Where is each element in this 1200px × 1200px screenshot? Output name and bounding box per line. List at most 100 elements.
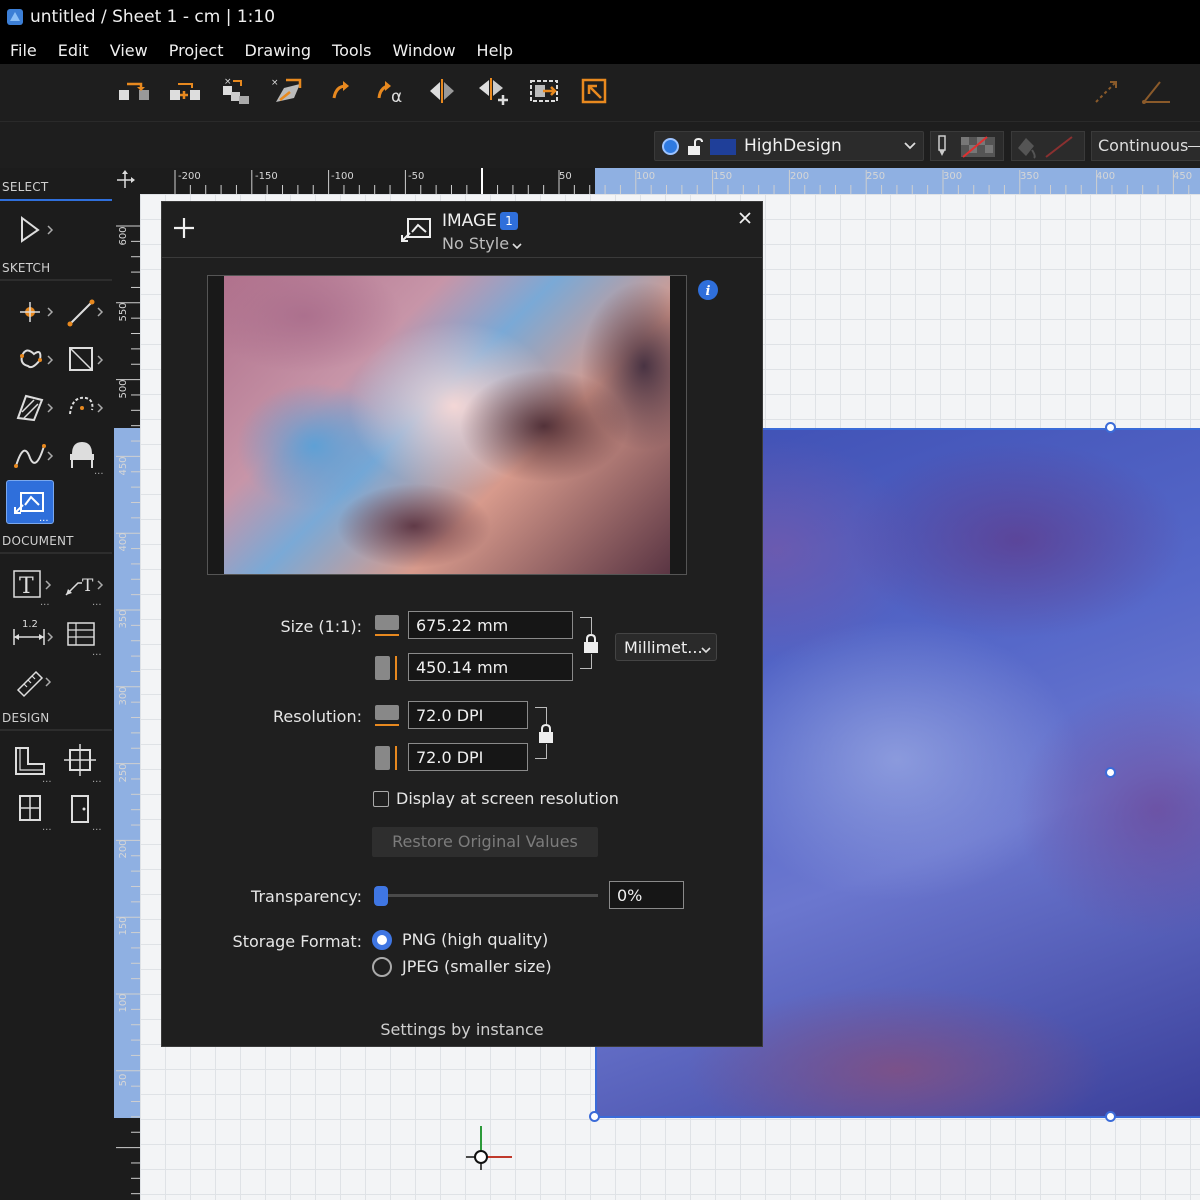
measure-tool[interactable] [10, 660, 58, 704]
tool-panel: SELECT SKETCH ... ... DOCUMENT T... T...… [0, 168, 114, 1200]
arc-tool[interactable] [62, 386, 110, 430]
rectangle-tool[interactable] [62, 338, 110, 382]
menu-file[interactable]: File [10, 41, 37, 60]
transparency-label: Transparency: [251, 887, 362, 906]
line-angle-icon[interactable] [1090, 76, 1124, 106]
section-document: DOCUMENT [2, 534, 74, 548]
svg-text:...: ... [92, 774, 102, 784]
style-selector[interactable]: No Style [442, 234, 509, 253]
resize-handle[interactable] [589, 1111, 600, 1122]
ruler-label: 600 [118, 226, 129, 245]
unit-select[interactable]: Millimet... [615, 633, 717, 661]
screen-resolution-label: Display at screen resolution [396, 789, 619, 808]
dimension-value: 1.2 [22, 619, 38, 630]
callout-tool[interactable]: T... [60, 563, 108, 607]
pen-color-selector[interactable] [930, 131, 1004, 161]
rotate-icon[interactable] [326, 76, 360, 106]
multi-copy-icon[interactable]: × [219, 76, 253, 106]
angle-measure-icon[interactable] [1140, 76, 1174, 106]
add-icon[interactable] [172, 216, 196, 240]
resize-frame-icon[interactable] [527, 76, 561, 106]
symbol-tool[interactable]: ... [62, 434, 110, 478]
settings-mode-text[interactable]: Settings by instance [162, 1020, 762, 1039]
menu-project[interactable]: Project [169, 41, 224, 60]
info-icon[interactable]: i [697, 279, 719, 301]
menu-window[interactable]: Window [392, 41, 455, 60]
lock-icon[interactable] [583, 633, 599, 654]
transparency-slider-track[interactable] [374, 894, 598, 897]
menu-view[interactable]: View [110, 41, 148, 60]
hatch-tool[interactable] [12, 386, 60, 430]
line-style-select[interactable]: Continuous [1091, 131, 1200, 161]
origin-marker [466, 1126, 514, 1174]
horizontal-ruler[interactable]: -200 -150 -100 -50 50 100 150 200 250 300 350 400 45… [140, 168, 1200, 194]
mirror-copy-icon[interactable] [476, 76, 510, 106]
wall-tool[interactable]: ... [10, 740, 58, 784]
resize-handle[interactable] [1105, 767, 1116, 778]
divider [0, 552, 112, 554]
vertical-dpi-field[interactable]: 72.0 DPI [408, 743, 528, 771]
jpeg-radio[interactable] [372, 957, 392, 977]
ruler-label: 200 [790, 171, 809, 182]
line-style-preview [1188, 146, 1200, 147]
window-title: untitled / Sheet 1 - cm | 1:10 [30, 7, 276, 27]
ruler-label: 350 [118, 609, 129, 628]
mirror-icon[interactable] [425, 76, 459, 106]
screen-resolution-checkbox[interactable] [373, 791, 389, 807]
menu-tools[interactable]: Tools [332, 41, 371, 60]
door-tool[interactable]: ... [60, 788, 108, 832]
fill-color-selector[interactable] [1011, 131, 1085, 161]
chevron-down-icon [903, 138, 917, 152]
menu-edit[interactable]: Edit [58, 41, 89, 60]
ruler-label: 450 [1173, 171, 1192, 182]
window-tool[interactable]: ... [10, 788, 58, 832]
transparency-field[interactable]: 0% [609, 881, 684, 909]
restore-original-button[interactable]: Restore Original Values [372, 827, 598, 857]
point-tool[interactable] [12, 290, 60, 334]
app-icon [6, 8, 24, 26]
horizontal-ruler-graphic: -200 -150 -100 -50 50 100 150 200 250 300 350 400 45… [174, 168, 1200, 194]
layer-visible-icon[interactable] [662, 138, 679, 155]
bezier-tool[interactable] [12, 434, 60, 478]
vertical-ruler[interactable]: 600 550 500 450 400 350 300 250 200 150 100 50 [114, 194, 140, 1200]
svg-text:i: i [706, 284, 711, 299]
line-tool[interactable] [62, 290, 110, 334]
move-icon[interactable] [117, 76, 151, 106]
menu-help[interactable]: Help [477, 41, 513, 60]
column-tool[interactable]: ... [60, 740, 108, 784]
height-field[interactable]: 450.14 mm [408, 653, 573, 681]
ruler-label: 350 [1020, 171, 1039, 182]
text-tool[interactable]: T... [10, 563, 58, 607]
unlock-icon[interactable] [685, 137, 705, 157]
lock-icon[interactable] [538, 723, 554, 744]
image-tool[interactable]: ... [6, 480, 54, 524]
chevron-down-icon [700, 642, 712, 654]
chevron-down-icon[interactable] [511, 238, 523, 250]
distort-icon[interactable]: × [270, 76, 304, 106]
rotate-angle-icon[interactable]: α [374, 76, 408, 107]
schedule-tool[interactable]: ... [60, 613, 108, 657]
png-radio[interactable] [372, 930, 392, 950]
scale-icon[interactable] [579, 76, 613, 106]
svg-text:...: ... [40, 597, 50, 607]
layer-select[interactable]: HighDesign [654, 131, 924, 161]
ruler-origin[interactable] [114, 168, 140, 194]
resize-handle[interactable] [1105, 1111, 1116, 1122]
horizontal-dpi-field[interactable]: 72.0 DPI [408, 701, 528, 729]
image-properties-dialog: IMAGE 1 No Style i Size (1:1): 675.22 mm… [161, 201, 763, 1047]
ruler-label: 50 [559, 171, 572, 182]
resize-handle[interactable] [1105, 422, 1116, 433]
select-arrow-tool[interactable] [12, 208, 60, 252]
width-field[interactable]: 675.22 mm [408, 611, 573, 639]
svg-text:...: ... [92, 597, 102, 607]
layer-color-swatch [710, 139, 736, 155]
move-copy-icon[interactable] [168, 76, 202, 106]
close-icon[interactable] [736, 209, 754, 227]
freehand-tool[interactable] [12, 338, 60, 382]
menu-drawing[interactable]: Drawing [244, 41, 311, 60]
ruler-label: 300 [118, 686, 129, 705]
divider [0, 729, 112, 731]
transparency-slider-handle[interactable] [374, 886, 388, 906]
dimension-tool[interactable]: 1.2 [10, 613, 58, 657]
image-preview [224, 276, 670, 574]
